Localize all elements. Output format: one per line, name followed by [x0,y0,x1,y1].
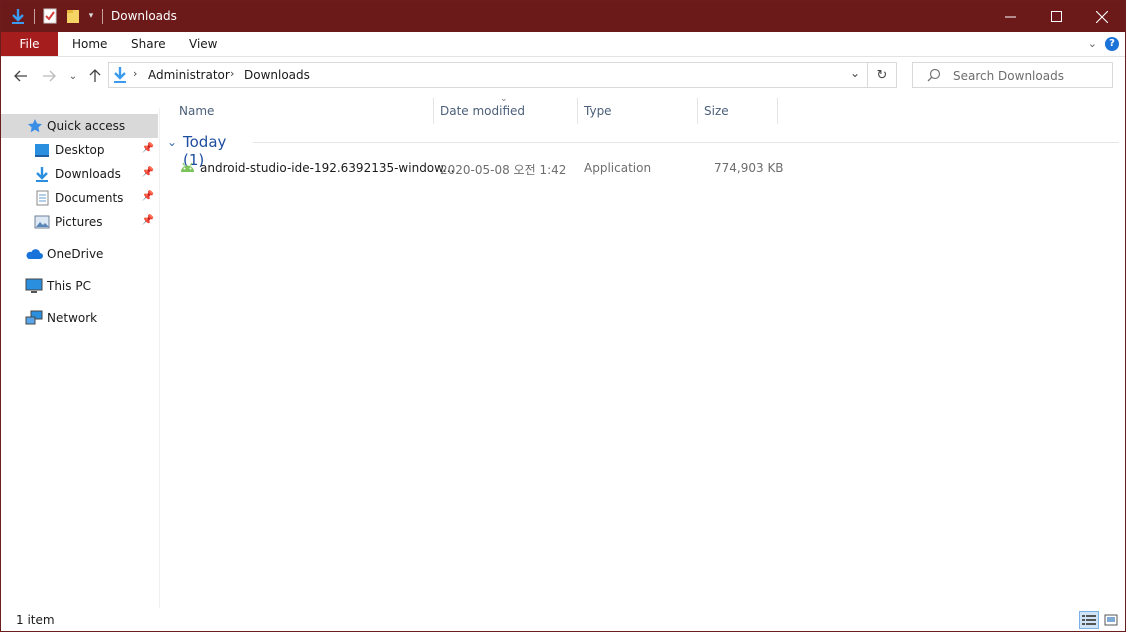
collapse-chevron-icon[interactable]: ⌄ [167,135,177,149]
breadcrumb-chevron-icon[interactable]: › [230,67,234,80]
navigation-pane: Quick access Desktop 📌 Downloads 📌 Docum… [1,108,160,608]
file-name[interactable]: android-studio-ide-192.6392135-window... [200,161,454,175]
column-separator[interactable] [577,98,578,124]
file-row[interactable]: android-studio-ide-192.6392135-window...… [176,157,784,179]
minimize-icon [1004,16,1016,18]
tab-file[interactable]: File [1,32,58,56]
group-divider [253,142,1119,143]
column-header-size[interactable]: Size [704,104,729,130]
item-count: 1 item [16,613,55,627]
sidebar-item-pictures[interactable]: Pictures 📌 [1,210,158,234]
breadcrumb-administrator[interactable]: Administrator [148,68,230,82]
close-icon [1096,10,1108,23]
downloads-folder-icon [9,7,27,25]
new-folder-icon[interactable] [64,7,82,25]
breadcrumb-downloads[interactable]: Downloads [244,68,310,82]
refresh-icon: ↻ [876,67,888,83]
sidebar-item-label: Downloads [55,167,121,181]
large-icons-view-icon [1104,614,1118,626]
sidebar-item-network[interactable]: Network [1,306,158,330]
customize-quick-access-chevron-icon[interactable]: ▾ [85,7,97,25]
back-arrow-icon [14,70,27,82]
android-app-icon [179,160,196,177]
sidebar-item-label: Desktop [55,143,105,157]
window-title: Downloads [111,9,177,23]
cloud-icon [25,246,43,262]
column-header-name[interactable]: Name [179,104,214,130]
help-icon[interactable]: ? [1105,37,1119,51]
minimize-button[interactable] [987,1,1033,32]
large-icons-view-button[interactable] [1101,611,1121,629]
pin-icon: 📌 [141,167,154,178]
sidebar-item-documents[interactable]: Documents 📌 [1,186,158,210]
column-header-date-modified[interactable]: Date modified [440,104,525,130]
status-bar: 1 item [1,608,1125,631]
maximize-icon [1050,11,1062,22]
breadcrumb-chevron-icon[interactable]: › [133,67,137,80]
address-bar[interactable]: › Administrator › Downloads ⌄ ↻ [108,62,897,88]
details-view-icon [1082,615,1096,625]
close-button[interactable] [1079,1,1125,32]
sidebar-item-quick-access[interactable]: Quick access [1,114,158,138]
pin-icon: 📌 [141,191,154,202]
recent-locations-button[interactable]: ⌄ [63,66,83,86]
sidebar-item-downloads[interactable]: Downloads 📌 [1,162,158,186]
properties-icon[interactable] [41,7,59,25]
sort-indicator-icon: ⌄ [500,94,508,104]
sidebar-item-label: Network [47,311,98,325]
document-icon [34,190,50,206]
expand-ribbon-chevron-icon[interactable]: ⌄ [1088,37,1097,50]
pictures-icon [34,214,50,230]
sidebar-item-this-pc[interactable]: This PC [1,274,158,298]
sidebar-item-label: Documents [55,191,124,205]
up-button[interactable] [85,66,105,86]
column-separator[interactable] [697,98,698,124]
title-separator [34,9,35,24]
navigation-bar: ⌄ › Administrator › Downloads ⌄ ↻ Search… [1,56,1125,96]
file-size: 774,903 KB [714,161,784,175]
pin-icon: 📌 [141,143,154,154]
chevron-down-icon: ⌄ [68,70,78,82]
up-arrow-icon [89,69,101,82]
sidebar-item-onedrive[interactable]: OneDrive [1,242,158,266]
back-button[interactable] [11,66,31,86]
tab-home[interactable]: Home [72,32,107,56]
address-history-chevron-icon[interactable]: ⌄ [850,66,860,80]
download-arrow-icon [34,166,50,182]
sidebar-item-label: OneDrive [47,247,104,261]
search-input[interactable]: Search Downloads [953,69,1064,83]
sidebar-item-label: Pictures [55,215,103,229]
desktop-icon [34,142,50,158]
computer-icon [25,278,43,294]
file-type: Application [584,161,652,175]
column-separator[interactable] [777,98,778,124]
star-icon [27,118,43,134]
sidebar-item-label: Quick access [47,119,126,133]
refresh-button[interactable]: ↻ [867,63,896,87]
title-separator [102,9,103,24]
sidebar-item-label: This PC [47,279,91,293]
network-icon [25,310,43,326]
search-icon [927,68,941,85]
tab-view[interactable]: View [189,32,217,56]
ribbon-tabs: File Home Share View ⌄ ? [1,32,1125,57]
column-separator[interactable] [433,98,434,124]
explorer-window: ▾ Downloads File Home Share View ⌄ ? ⌄ ›… [0,0,1126,632]
tab-share[interactable]: Share [131,32,166,56]
title-bar: ▾ Downloads [1,1,1125,32]
sidebar-item-desktop[interactable]: Desktop 📌 [1,138,158,162]
pin-icon: 📌 [141,215,154,226]
forward-button[interactable] [39,66,59,86]
file-date: 2020-05-08 오전 1:42 [440,163,567,177]
maximize-button[interactable] [1033,1,1079,32]
forward-arrow-icon [43,70,56,82]
column-header-type[interactable]: Type [584,104,612,130]
search-box[interactable]: Search Downloads [912,62,1113,88]
details-view-button[interactable] [1079,611,1099,629]
downloads-location-icon [112,66,128,87]
